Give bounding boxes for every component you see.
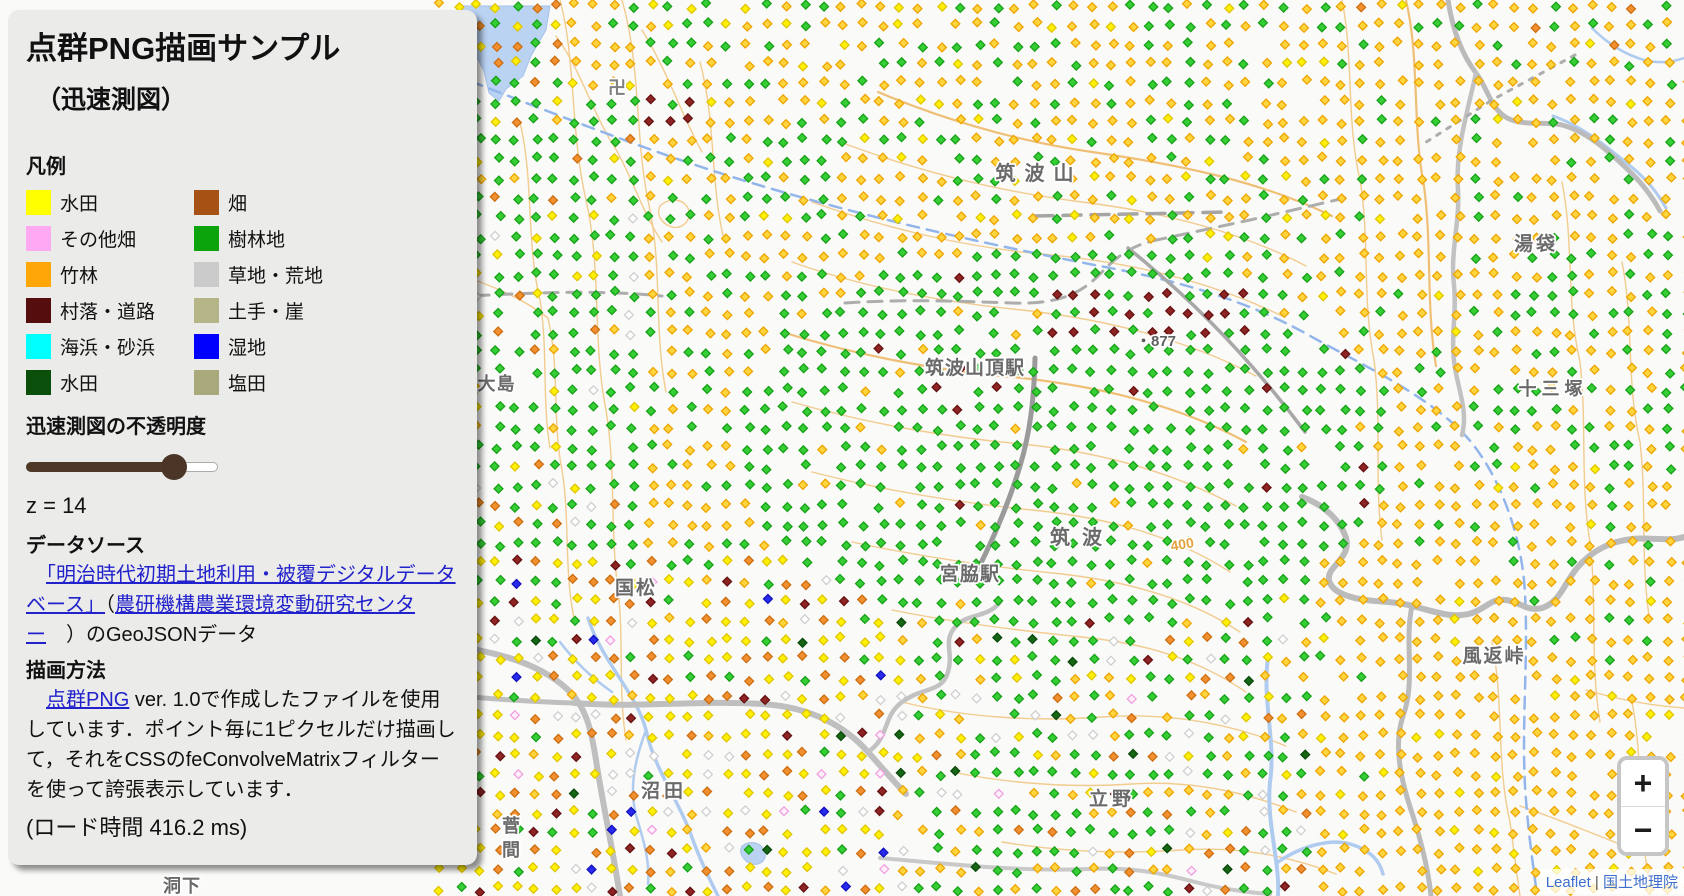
legend-label: 畑 bbox=[228, 189, 247, 216]
map-label: ・877 bbox=[1136, 333, 1176, 350]
opacity-heading: 迅速測図の不透明度 bbox=[26, 410, 459, 439]
legend-label: 草地・荒地 bbox=[228, 261, 323, 288]
legend-swatch bbox=[26, 226, 51, 251]
legend-label: 水田 bbox=[60, 189, 98, 216]
legend-item: 村落・道路 bbox=[26, 297, 194, 324]
map-label: 筑波 bbox=[1050, 525, 1114, 549]
legend-label: 塩田 bbox=[228, 369, 266, 396]
legend-label: 竹林 bbox=[60, 261, 98, 288]
map-label: 間 bbox=[502, 840, 520, 860]
legend-item: 竹林 bbox=[26, 261, 194, 288]
legend-swatch bbox=[194, 190, 219, 215]
legend-item: 塩田 bbox=[194, 369, 459, 396]
legend-swatch bbox=[26, 262, 51, 287]
gsi-attribution-link[interactable]: 国土地理院 bbox=[1603, 874, 1678, 891]
legend-swatch bbox=[26, 334, 51, 359]
map-label: 沼田 bbox=[641, 779, 687, 802]
legend-item: 湿地 bbox=[194, 333, 459, 360]
page-title: 点群PNG描画サンプル bbox=[26, 30, 459, 68]
load-time-text: (ロード時間 416.2 ms) bbox=[26, 810, 459, 842]
zoom-level-text: z = 14 bbox=[26, 493, 459, 519]
legend-item: 草地・荒地 bbox=[194, 261, 459, 288]
zoom-out-button[interactable]: − bbox=[1621, 806, 1665, 853]
map-label: 湯袋 bbox=[1514, 232, 1558, 255]
map-label: 風返峠 bbox=[1462, 645, 1525, 667]
method-paragraph: 点群PNG ver. 1.0で作成したファイルを使用しています．ポイント毎に1ピ… bbox=[26, 685, 459, 805]
legend-swatch bbox=[26, 298, 51, 323]
leaflet-attribution-link[interactable]: Leaflet bbox=[1546, 874, 1591, 891]
map-label: 立野 bbox=[1089, 787, 1135, 810]
method-link-tengun-png[interactable]: 点群PNG bbox=[46, 689, 129, 711]
map-label: 菅 bbox=[502, 815, 520, 836]
legend-label: 土手・崖 bbox=[228, 297, 304, 324]
map-label: 国松 bbox=[615, 576, 657, 599]
zoom-control: + − bbox=[1617, 756, 1669, 856]
datasource-heading: データソース bbox=[26, 529, 459, 558]
legend-label: 湿地 bbox=[228, 333, 266, 360]
map-label: 卍 bbox=[608, 78, 626, 98]
legend-item: 土手・崖 bbox=[194, 297, 459, 324]
opacity-slider-thumb[interactable] bbox=[161, 454, 187, 480]
legend-heading: 凡例 bbox=[26, 150, 459, 179]
datasource-paragraph: 「明治時代初期土地利用・被覆デジタルデータベース」（農研機構農業環境変動研究セン… bbox=[26, 560, 459, 650]
legend-label: その他畑 bbox=[60, 225, 136, 252]
datasource-paren: （ bbox=[105, 594, 115, 616]
info-panel: 点群PNG描画サンプル （迅速測図） 凡例 水田 畑その他畑 樹林地竹林 草地・荒地村… bbox=[8, 10, 477, 865]
map-label: 十三塚 bbox=[1519, 378, 1588, 399]
legend-item: 畑 bbox=[194, 189, 459, 216]
datasource-tail: ）のGeoJSONデータ bbox=[46, 624, 257, 646]
legend-swatch bbox=[194, 334, 219, 359]
legend-swatch bbox=[194, 226, 219, 251]
legend-label: 海浜・砂浜 bbox=[60, 333, 155, 360]
legend-swatch bbox=[194, 262, 219, 287]
opacity-slider[interactable] bbox=[26, 454, 218, 480]
legend-swatch bbox=[194, 298, 219, 323]
legend-item: 海浜・砂浜 bbox=[26, 333, 194, 360]
legend-item: 水田 bbox=[26, 189, 194, 216]
legend-label: 水田 bbox=[60, 369, 98, 396]
legend-swatch bbox=[194, 370, 219, 395]
legend: 水田畑その他畑樹林地竹林草地・荒地村落・道路土手・崖海浜・砂浜湿地水田塩田 bbox=[26, 189, 459, 396]
legend-item: 水田 bbox=[26, 369, 194, 396]
attribution-bar: Leaflet | 国土地理院 bbox=[1540, 869, 1684, 894]
legend-swatch bbox=[26, 190, 51, 215]
legend-label: 樹林地 bbox=[228, 225, 285, 252]
legend-swatch bbox=[26, 370, 51, 395]
method-indent bbox=[26, 689, 46, 711]
attribution-separator: | bbox=[1591, 874, 1603, 891]
map-label: 筑波山 bbox=[996, 161, 1083, 185]
opacity-slider-fill bbox=[26, 462, 174, 472]
map-label: 筑波山頂駅 bbox=[925, 356, 1025, 379]
page-subtitle: （迅速測図） bbox=[36, 80, 459, 116]
zoom-in-button[interactable]: + bbox=[1621, 760, 1665, 806]
datasource-indent bbox=[26, 564, 46, 586]
legend-item: その他畑 bbox=[26, 225, 194, 252]
method-heading: 描画方法 bbox=[26, 654, 459, 683]
map-label: 宮脇駅 bbox=[940, 562, 1000, 585]
legend-item: 樹林地 bbox=[194, 225, 459, 252]
map-label: 洞下 bbox=[163, 876, 201, 896]
legend-label: 村落・道路 bbox=[60, 297, 155, 324]
